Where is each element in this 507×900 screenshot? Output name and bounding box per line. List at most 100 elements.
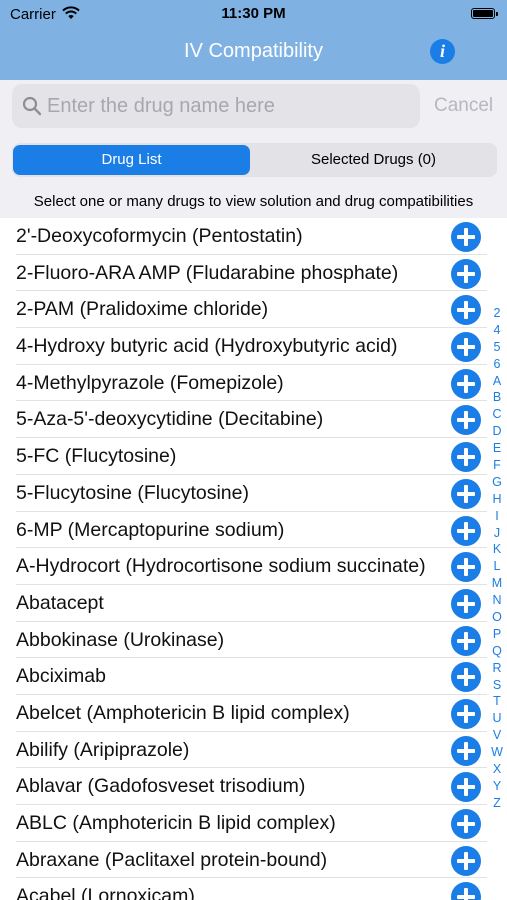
index-letter[interactable]: 4 [488,322,506,339]
index-letter[interactable]: F [488,457,506,474]
add-icon[interactable] [451,515,481,546]
index-letter[interactable]: S [488,677,506,694]
index-letter[interactable]: M [488,575,506,592]
add-icon[interactable] [451,698,481,729]
index-letter[interactable]: K [488,541,506,558]
drug-name: 2-PAM (Pralidoxime chloride) [16,298,269,321]
index-letter[interactable]: P [488,626,506,643]
index-letter[interactable]: L [488,558,506,575]
list-item[interactable]: Abraxane (Paclitaxel protein-bound) [0,842,507,879]
section-index[interactable]: 2 4 5 6 A B C D E F G H I J K L M N O P … [488,305,506,812]
info-icon[interactable]: i [430,39,455,64]
index-letter[interactable]: B [488,389,506,406]
index-letter[interactable]: T [488,693,506,710]
index-letter[interactable]: Q [488,643,506,660]
drug-name: Abraxane (Paclitaxel protein-bound) [16,848,328,871]
drug-name: Abilify (Aripiprazole) [16,738,190,761]
add-icon[interactable] [451,662,481,693]
drug-name: 2-Fluoro-ARA AMP (Fludarabine phosphate) [16,261,399,284]
list-item[interactable]: 5-Flucytosine (Flucytosine) [0,475,507,512]
index-letter[interactable]: D [488,423,506,440]
list-item[interactable]: Abbokinase (Urokinase) [0,622,507,659]
index-letter[interactable]: C [488,406,506,423]
index-letter[interactable]: W [488,744,506,761]
index-letter[interactable]: O [488,609,506,626]
add-icon[interactable] [451,735,481,766]
index-letter[interactable]: N [488,592,506,609]
drug-name: Abciximab [16,665,106,688]
drug-name: 5-FC (Flucytosine) [16,445,177,468]
list-item[interactable]: 2-PAM (Pralidoxime chloride) [0,291,507,329]
index-letter[interactable]: R [488,660,506,677]
index-letter[interactable]: Y [488,778,506,795]
list-item[interactable]: 5-FC (Flucytosine) [0,438,507,475]
battery-icon [471,8,498,19]
index-letter[interactable]: 6 [488,356,506,373]
add-icon[interactable] [451,588,481,619]
drug-name: 4-Methylpyrazole (Fomepizole) [16,371,284,394]
add-icon[interactable] [451,625,481,656]
add-icon[interactable] [451,332,481,363]
list-item[interactable]: 5-Aza-5'-deoxycytidine (Decitabine) [0,401,507,439]
cancel-button[interactable]: Cancel [434,95,493,117]
index-letter[interactable]: I [488,508,506,525]
add-icon[interactable] [451,295,481,326]
add-icon[interactable] [451,405,481,436]
list-item[interactable]: Acabel (Lornoxicam) [0,878,507,900]
add-icon[interactable] [451,368,481,399]
drug-name: A-Hydrocort (Hydrocortisone sodium succi… [16,555,426,578]
index-letter[interactable]: A [488,373,506,390]
drug-name: Ablavar (Gadofosveset trisodium) [16,775,306,798]
tab-bar-area: Drug List Selected Drugs (0) [0,134,507,188]
drug-name: Abelcet (Amphotericin B lipid complex) [16,701,350,724]
add-icon[interactable] [451,222,481,252]
search-field[interactable] [12,84,420,128]
drug-name: Abatacept [16,591,104,614]
navigation-bar: Carrier 11:30 PM IV Compatibility i [0,0,507,80]
add-icon[interactable] [451,442,481,473]
index-letter[interactable]: H [488,491,506,508]
index-letter[interactable]: 5 [488,339,506,356]
drug-name: Acabel (Lornoxicam) [16,885,195,900]
list-item[interactable]: Abilify (Aripiprazole) [0,732,507,769]
drug-name: 4-Hydroxy butyric acid (Hydroxybutyric a… [16,335,398,358]
index-letter[interactable]: E [488,440,506,457]
tab-drug-list[interactable]: Drug List [13,145,250,175]
list-item[interactable]: Abelcet (Amphotericin B lipid complex) [0,695,507,732]
drug-name: 2'-Deoxycoformycin (Pentostatin) [16,225,303,247]
index-letter[interactable]: X [488,761,506,778]
add-icon[interactable] [451,882,481,900]
drug-name: ABLC (Amphotericin B lipid complex) [16,812,336,834]
add-icon[interactable] [451,845,481,876]
list-item[interactable]: Ablavar (Gadofosveset trisodium) [0,768,507,805]
drug-list[interactable]: 2'-Deoxycoformycin (Pentostatin) 2-Fluor… [0,218,507,900]
add-icon[interactable] [451,552,481,583]
list-item[interactable]: 2-Fluoro-ARA AMP (Fludarabine phosphate) [0,255,507,292]
add-icon[interactable] [451,772,481,803]
list-item[interactable]: A-Hydrocort (Hydrocortisone sodium succi… [0,548,507,585]
list-item[interactable]: 2'-Deoxycoformycin (Pentostatin) [0,218,507,255]
tab-selected-drugs[interactable]: Selected Drugs (0) [252,145,495,175]
status-bar: Carrier 11:30 PM [0,0,507,28]
index-letter[interactable]: V [488,727,506,744]
search-input[interactable] [47,84,407,128]
list-item[interactable]: Abatacept [0,585,507,622]
segmented-control: Drug List Selected Drugs (0) [12,143,497,177]
clock: 11:30 PM [221,5,286,22]
index-letter[interactable]: U [488,710,506,727]
list-item[interactable]: 6-MP (Mercaptopurine sodium) [0,512,507,549]
index-letter[interactable]: Z [488,795,506,812]
instruction-text: Select one or many drugs to view solutio… [0,188,507,218]
index-letter[interactable]: J [488,525,506,542]
index-letter[interactable]: G [488,474,506,491]
search-bar: Cancel [0,80,507,134]
add-icon[interactable] [451,258,481,289]
drug-name: 5-Aza-5'-deoxycytidine (Decitabine) [16,408,324,431]
list-item[interactable]: 4-Hydroxy butyric acid (Hydroxybutyric a… [0,328,507,365]
index-letter[interactable]: 2 [488,305,506,322]
add-icon[interactable] [451,809,481,839]
list-item[interactable]: 4-Methylpyrazole (Fomepizole) [0,365,507,402]
add-icon[interactable] [451,478,481,509]
list-item[interactable]: Abciximab [0,658,507,695]
list-item[interactable]: ABLC (Amphotericin B lipid complex) [0,805,507,842]
